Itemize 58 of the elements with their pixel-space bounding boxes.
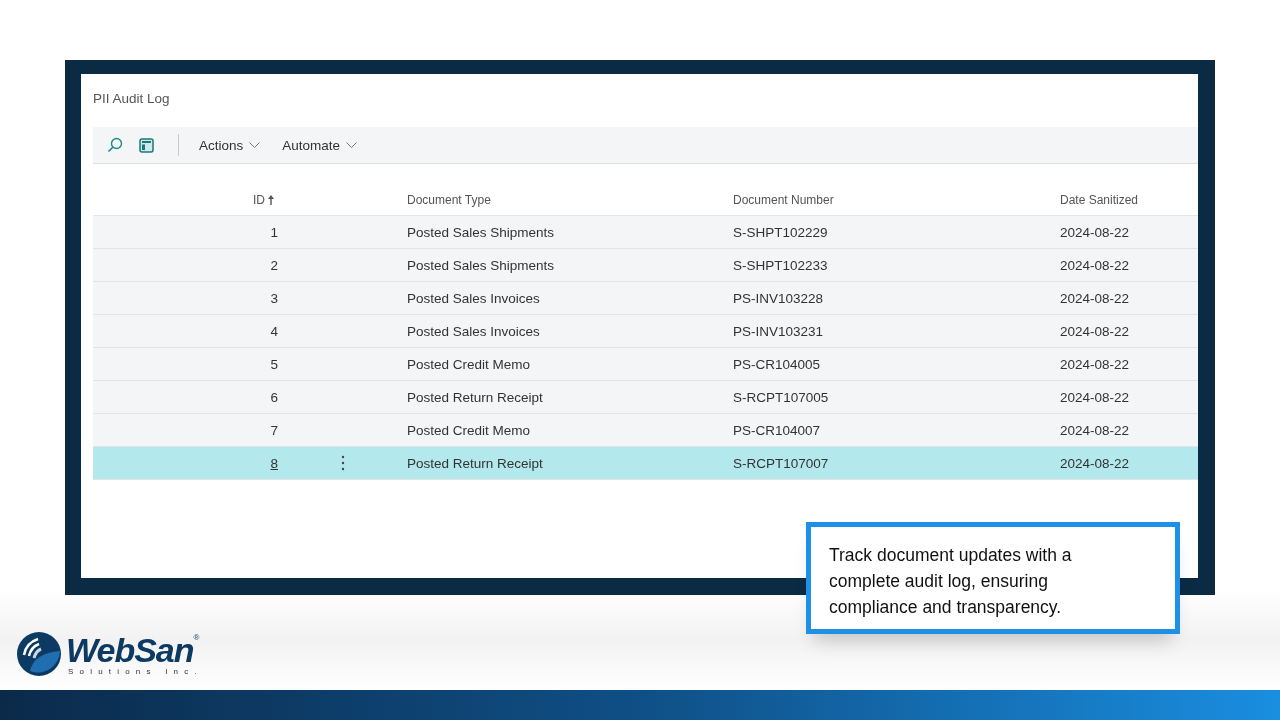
table-cell: Posted Sales Invoices bbox=[407, 290, 540, 306]
table-cell: 2024-08-22 bbox=[1060, 290, 1130, 306]
column-header[interactable]: ID bbox=[253, 193, 265, 207]
table-cell: Posted Sales Shipments bbox=[407, 224, 555, 240]
row-id-link[interactable]: 8 bbox=[270, 455, 278, 471]
table-row[interactable]: 8 Posted Return Receipt S-RCPT107007 2024-08-22 bbox=[93, 447, 1198, 480]
menu-button[interactable]: Automate bbox=[274, 133, 366, 157]
chevron-down-icon bbox=[346, 142, 358, 148]
logo-wordmark: WebSan bbox=[66, 632, 194, 667]
table-cell: 4 bbox=[270, 323, 278, 339]
table-row[interactable]: 5 Posted Credit Memo PS-CR104005 2024-08-22 bbox=[93, 348, 1198, 381]
page-title: PII Audit Log bbox=[92, 90, 171, 108]
table-cell: S-SHPT102233 bbox=[733, 257, 828, 273]
layout-icon bbox=[139, 137, 154, 153]
table-cell: PS-INV103231 bbox=[733, 323, 824, 339]
menu-button[interactable]: Actions bbox=[191, 133, 269, 157]
table-cell: 2024-08-22 bbox=[1060, 323, 1130, 339]
sort-arrow-icon bbox=[268, 195, 274, 205]
table-cell: 6 bbox=[270, 389, 278, 405]
table-cell: 3 bbox=[270, 290, 278, 306]
table-row[interactable]: 6 Posted Return Receipt S-RCPT107005 2024-08-22 bbox=[93, 381, 1198, 414]
table-cell: 5 bbox=[270, 356, 278, 372]
chevron-down-icon bbox=[249, 142, 261, 148]
registered-mark: ® bbox=[193, 632, 200, 642]
column-header[interactable]: Document Type bbox=[407, 193, 491, 207]
table-cell: Posted Return Receipt bbox=[407, 455, 543, 471]
more-options-icon[interactable] bbox=[340, 455, 345, 471]
table-cell: 2024-08-22 bbox=[1060, 422, 1130, 438]
table-row[interactable]: 4 Posted Sales Invoices PS-INV103231 2024-08-22 bbox=[93, 315, 1198, 348]
callout-text: Track document updates with a complete audit log, ensuring compliance and transparency. bbox=[829, 544, 1073, 619]
column-header[interactable]: Date Sanitized bbox=[1060, 193, 1139, 207]
table-cell: S-RCPT107007 bbox=[733, 455, 829, 471]
table-cell: PS-CR104007 bbox=[733, 422, 821, 438]
logo-tagline: Solutions Inc. bbox=[68, 666, 203, 676]
search-icon bbox=[107, 137, 123, 153]
table-cell: Posted Credit Memo bbox=[407, 422, 531, 438]
table-cell: PS-CR104005 bbox=[733, 356, 821, 372]
column-header[interactable]: Document Number bbox=[733, 193, 834, 207]
table-row[interactable]: 2 Posted Sales Shipments S-SHPT102233 2024-08-22 bbox=[93, 249, 1198, 282]
table-cell: Posted Sales Shipments bbox=[407, 257, 555, 273]
table-cell: PS-INV103228 bbox=[733, 290, 824, 306]
table-cell: 2024-08-22 bbox=[1060, 224, 1130, 240]
table-cell: 2024-08-22 bbox=[1060, 455, 1130, 471]
table-cell: 2024-08-22 bbox=[1060, 257, 1130, 273]
table-cell: 7 bbox=[270, 422, 278, 438]
table-cell: 2024-08-22 bbox=[1060, 356, 1130, 372]
table-cell: Posted Credit Memo bbox=[407, 356, 531, 372]
table-cell: Posted Sales Invoices bbox=[407, 323, 540, 339]
table-cell: S-SHPT102229 bbox=[733, 224, 828, 240]
table-cell: 2 bbox=[270, 257, 278, 273]
table-cell: 1 bbox=[270, 224, 278, 240]
table-cell: S-RCPT107005 bbox=[733, 389, 829, 405]
table-cell: Posted Return Receipt bbox=[407, 389, 543, 405]
table-row[interactable]: 7 Posted Credit Memo PS-CR104007 2024-08-22 bbox=[93, 414, 1198, 447]
table-row[interactable]: 3 Posted Sales Invoices PS-INV103228 2024-08-22 bbox=[93, 282, 1198, 315]
logo-icon bbox=[16, 631, 62, 677]
table-cell: 2024-08-22 bbox=[1060, 389, 1130, 405]
table-row[interactable]: 1 Posted Sales Shipments S-SHPT102229 2024-08-22 bbox=[93, 216, 1198, 249]
